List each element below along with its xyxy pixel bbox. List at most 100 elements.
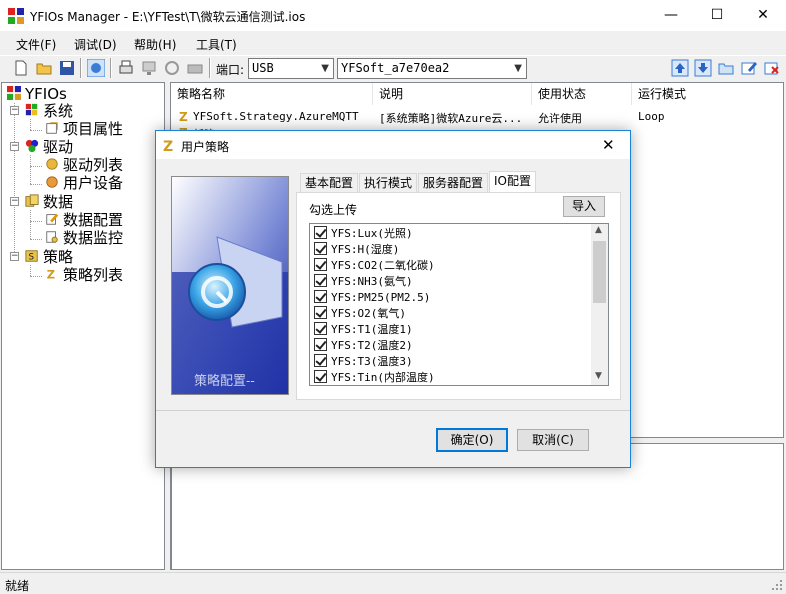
print-icon[interactable] [117, 59, 135, 77]
tree-group-system[interactable]: 系统 [24, 102, 73, 120]
checklist-item[interactable]: YFS:T2(温度2) [314, 338, 413, 354]
column-header-mode[interactable]: 运行模式 [632, 83, 783, 105]
cancel-button[interactable]: 取消(C) [517, 429, 589, 451]
checklist-item[interactable]: YFS:PM25(PM2.5) [314, 290, 430, 306]
column-header-status[interactable]: 使用状态 [532, 83, 632, 105]
new-file-icon[interactable] [12, 59, 30, 77]
tree-item-driver-list[interactable]: 驱动列表 [44, 156, 123, 174]
checkbox-checked-icon[interactable] [314, 338, 327, 351]
collapse-toggle[interactable]: − [10, 142, 19, 151]
ok-button[interactable]: 确定(O) [436, 428, 508, 452]
folder-icon[interactable] [717, 59, 735, 77]
tab-io-config[interactable]: IO配置 [489, 171, 536, 193]
checklist-item[interactable]: YFS:NH3(氨气) [314, 274, 413, 290]
tree-item-strategy-list[interactable]: Z 策略列表 [44, 266, 123, 284]
checklist-item[interactable]: YFS:O2(氧气) [314, 306, 406, 322]
cell-description: [系统策略]微软Azure云... [379, 112, 523, 125]
tree-item-label: 用户设备 [63, 174, 124, 192]
dialog-divider [156, 410, 630, 411]
menu-file[interactable]: 文件(F) [16, 36, 56, 53]
checkbox-checked-icon[interactable] [314, 354, 327, 367]
dialog-title: 用户策略 [181, 140, 230, 154]
checkbox-checked-icon[interactable] [314, 274, 327, 287]
port-select[interactable]: USB ▼ [248, 58, 334, 79]
checklist-item[interactable]: YFS:T1(温度1) [314, 322, 413, 338]
upload-section-label: 勾选上传 [309, 203, 358, 217]
navigation-tree[interactable]: YFIOs − 系统 项目属性 − 驱动 驱动列表 用户设备 − 数据 数据配置… [1, 82, 165, 570]
checkbox-checked-icon[interactable] [314, 258, 327, 271]
scrollbar-thumb[interactable] [593, 241, 606, 303]
checklist-item-label: YFS:T3(温度3) [331, 355, 413, 368]
checklist-item-label: YFS:PM25(PM2.5) [331, 291, 431, 304]
tree-root[interactable]: YFIOs [6, 85, 67, 103]
tab-basic-config[interactable]: 基本配置 [300, 173, 359, 193]
move-down-icon[interactable] [694, 59, 712, 77]
dialog-close-button[interactable]: ✕ [602, 136, 615, 154]
edit-icon[interactable] [740, 59, 758, 77]
properties-icon [46, 122, 58, 134]
status-bar: 就绪 [0, 572, 786, 594]
device-select[interactable]: YFSoft_a7e70ea2 ▼ [337, 58, 527, 79]
checkbox-checked-icon[interactable] [314, 290, 327, 303]
open-folder-icon[interactable] [35, 59, 53, 77]
tree-item-label: 数据监控 [63, 229, 124, 247]
status-text: 就绪 [5, 579, 30, 593]
tree-item-label: 项目属性 [63, 120, 124, 138]
resize-grip-icon[interactable] [771, 579, 783, 591]
scroll-up-icon[interactable]: ▲ [595, 225, 602, 235]
system-icon [25, 103, 38, 116]
close-button[interactable]: ✕ [740, 0, 786, 31]
column-header-description[interactable]: 说明 [373, 83, 532, 105]
menu-tools[interactable]: 工具(T) [196, 36, 237, 53]
monitor-icon[interactable] [140, 59, 158, 77]
database-icon [25, 194, 39, 207]
checkbox-checked-icon[interactable] [314, 242, 327, 255]
scroll-down-icon[interactable]: ▼ [595, 371, 602, 381]
tree-item-data-monitor[interactable]: 数据监控 [44, 229, 123, 247]
minimize-button[interactable]: — [648, 0, 694, 31]
checklist-item[interactable]: YFS:Tin(内部温度) [314, 370, 435, 385]
tree-item-project-properties[interactable]: 项目属性 [44, 120, 123, 138]
tree-item-user-device[interactable]: 用户设备 [44, 174, 123, 192]
connect-icon[interactable] [87, 59, 105, 77]
tab-exec-mode[interactable]: 执行模式 [359, 173, 418, 193]
tab-server-config[interactable]: 服务器配置 [418, 173, 489, 193]
checkbox-checked-icon[interactable] [314, 322, 327, 335]
checklist-item[interactable]: YFS:Lux(光照) [314, 226, 413, 242]
svg-text:Z: Z [47, 267, 55, 281]
refresh-icon[interactable] [163, 59, 181, 77]
driver-list-icon [46, 158, 58, 170]
keyboard-icon[interactable] [186, 59, 204, 77]
checkbox-checked-icon[interactable] [314, 370, 327, 383]
collapse-toggle[interactable]: − [10, 252, 19, 261]
strategy-list-icon: Z [47, 267, 55, 281]
import-button[interactable]: 导入 [563, 196, 605, 217]
checklist-item[interactable]: YFS:H(湿度) [314, 242, 399, 258]
checklist-item[interactable]: YFS:CO2(二氧化碳) [314, 258, 435, 274]
delete-icon[interactable] [763, 59, 781, 77]
maximize-button[interactable]: ☐ [694, 0, 740, 31]
menu-help[interactable]: 帮助(H) [134, 36, 176, 53]
dialog-title-bar: Z 用户策略 ✕ [156, 131, 630, 159]
checklist-item[interactable]: YFS:T3(温度3) [314, 354, 413, 370]
vertical-scrollbar[interactable]: ▲ ▼ [591, 224, 608, 385]
tree-item-label: 数据配置 [63, 211, 124, 229]
tree-group-label: 系统 [43, 102, 74, 120]
checkbox-checked-icon[interactable] [314, 306, 327, 319]
column-header-name[interactable]: 策略名称 [171, 83, 373, 105]
menu-debug[interactable]: 调试(D) [74, 36, 117, 53]
collapse-toggle[interactable]: − [10, 106, 19, 115]
tree-group-driver[interactable]: 驱动 [24, 138, 73, 156]
checkbox-checked-icon[interactable] [314, 226, 327, 239]
tree-item-label: 策略列表 [63, 266, 124, 284]
move-up-icon[interactable] [671, 59, 689, 77]
io-checklist[interactable]: YFS:Lux(光照) YFS:H(湿度) YFS:CO2(二氧化碳) YFS:NH3… [309, 223, 609, 386]
tree-group-data[interactable]: 数据 [24, 193, 73, 211]
toolbar-separator [80, 58, 82, 78]
menu-bar [0, 31, 786, 55]
tree-group-strategy[interactable]: S 策略 [24, 248, 73, 266]
collapse-toggle[interactable]: − [10, 197, 19, 206]
tree-item-data-config[interactable]: 数据配置 [44, 211, 123, 229]
save-icon[interactable] [58, 59, 76, 77]
device-icon [46, 176, 58, 188]
